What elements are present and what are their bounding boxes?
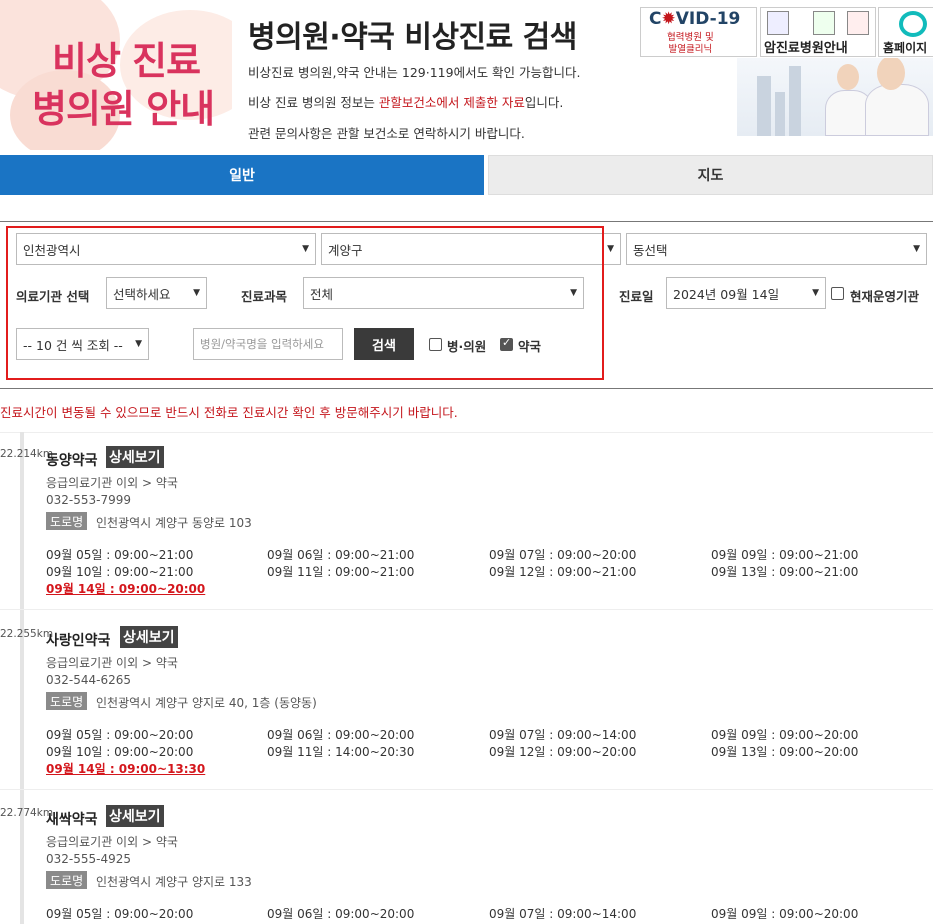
facility-address: 인천광역시 계양구 동양로 103 bbox=[96, 516, 252, 530]
hours-entry: 09월 09일 : 09:00~20:00 bbox=[711, 728, 859, 742]
hours-entry: 09월 05일 : 09:00~20:00 bbox=[46, 728, 194, 742]
facility-category: 응급의료기관 이외 > 약국 bbox=[46, 476, 178, 490]
data-source-highlight: 관할보건소에서 제출한 자료 bbox=[378, 95, 525, 110]
chevron-down-icon: ▼ bbox=[913, 244, 920, 254]
chevron-down-icon: ▼ bbox=[812, 288, 819, 298]
hours-entry: 09월 13일 : 09:00~21:00 bbox=[711, 565, 859, 579]
chevron-down-icon: ▼ bbox=[193, 288, 200, 298]
pharmacy-building-icon bbox=[813, 11, 835, 35]
hours-entry: 09월 09일 : 09:00~20:00 bbox=[711, 907, 859, 921]
doctors-photo bbox=[737, 58, 933, 136]
hours-entry: 09월 07일 : 09:00~14:00 bbox=[489, 728, 637, 742]
tab-general[interactable]: 일반 bbox=[0, 155, 484, 195]
facility-category: 응급의료기관 이외 > 약국 bbox=[46, 656, 178, 670]
search-button[interactable]: 검색 bbox=[354, 328, 414, 360]
facility-name[interactable]: 사랑인약국 bbox=[46, 630, 110, 650]
facility-name[interactable]: 새싹약국 bbox=[46, 809, 98, 829]
name-search-input[interactable] bbox=[193, 328, 343, 360]
hospital-checkbox[interactable] bbox=[429, 338, 442, 351]
hours-entry: 09월 06일 : 09:00~21:00 bbox=[267, 548, 415, 562]
hours-entry: 09월 10일 : 09:00~21:00 bbox=[46, 565, 194, 579]
covid-banner[interactable]: C✹VID-19 협력병원 및 발열클리닉 bbox=[640, 7, 757, 57]
virus-icon: ✹ bbox=[661, 9, 676, 29]
hours-entry: 09월 13일 : 09:00~20:00 bbox=[711, 745, 859, 759]
open-now-checkbox[interactable] bbox=[831, 287, 844, 300]
page-header: 비상 진료 병의원 안내 병의원·약국 비상진료 검색 비상진료 병의원,약국 … bbox=[0, 0, 933, 154]
page-size-select[interactable]: -- 10 건 씩 조회 -- ▼ bbox=[16, 328, 149, 360]
hours-entry: 09월 07일 : 09:00~14:00 bbox=[489, 907, 637, 921]
dong-select[interactable]: 동선택 ▼ bbox=[626, 233, 927, 265]
facility-phone: 032-553-7999 bbox=[46, 493, 132, 507]
ambulance-icon bbox=[847, 11, 869, 35]
today-hours: 09월 14일 : 09:00~20:00 bbox=[46, 582, 206, 596]
open-now-label: 현재운영기관 bbox=[850, 289, 920, 304]
detail-button[interactable]: 상세보기 bbox=[106, 446, 164, 468]
chevron-down-icon: ▼ bbox=[135, 339, 142, 349]
result-item: 22.774km 새싹약국 상세보기 응급의료기관 이외 > 약국 032-555-49… bbox=[0, 791, 933, 924]
hours-entry: 09월 06일 : 09:00~20:00 bbox=[267, 907, 415, 921]
detail-button[interactable]: 상세보기 bbox=[106, 805, 164, 827]
hours-entry: 09월 05일 : 09:00~20:00 bbox=[46, 907, 194, 921]
logo-line2: 병의원 안내 bbox=[32, 87, 215, 131]
hours-entry: 09월 06일 : 09:00~20:00 bbox=[267, 728, 415, 742]
hospital-building-icon bbox=[767, 11, 789, 35]
road-name-badge: 도로명 bbox=[46, 692, 88, 710]
visit-notice: 진료시간이 변동될 수 있으므로 반드시 전화로 진료시간 확인 후 방문해주시… bbox=[0, 405, 458, 420]
tab-map[interactable]: 지도 bbox=[488, 155, 933, 195]
info-text-2: 비상 진료 병의원 정보는 관할보건소에서 제출한 자료입니다. bbox=[248, 95, 564, 110]
date-select[interactable]: 2024년 09월 14일 ▼ bbox=[666, 277, 826, 309]
hours-entry: 09월 10일 : 09:00~20:00 bbox=[46, 745, 194, 759]
chevron-down-icon: ▼ bbox=[302, 244, 309, 254]
pharmacy-checkbox-label: 약국 bbox=[518, 339, 542, 354]
result-item: 22.214km 동양약국 상세보기 응급의료기관 이외 > 약국 032-553-79… bbox=[0, 432, 933, 610]
facility-phone: 032-555-4925 bbox=[46, 852, 132, 866]
info-text-3: 관련 문의사항은 관할 보건소로 연락하시기 바랍니다. bbox=[248, 126, 525, 141]
department-select[interactable]: 전체 ▼ bbox=[303, 277, 584, 309]
facility-phone: 032-544-6265 bbox=[46, 673, 132, 687]
hours-entry: 09월 11일 : 09:00~21:00 bbox=[267, 565, 415, 579]
hospital-checkbox-label: 병·의원 bbox=[447, 339, 487, 354]
pharmacy-checkbox[interactable] bbox=[500, 336, 513, 351]
facility-address: 인천광역시 계양구 양지로 40, 1층 (동양동) bbox=[96, 696, 317, 710]
cancer-hospital-banner[interactable]: 암진료병원안내 bbox=[760, 7, 876, 57]
result-item: 22.255km 사랑인약국 상세보기 응급의료기관 이외 > 약국 032-544-6… bbox=[0, 612, 933, 790]
homepage-banner[interactable]: 홈페이지 bbox=[878, 7, 933, 57]
page-title: 병의원·약국 비상진료 검색 bbox=[248, 20, 577, 55]
hours-entry: 09월 05일 : 09:00~21:00 bbox=[46, 548, 194, 562]
hours-entry: 09월 11일 : 14:00~20:30 bbox=[267, 745, 415, 759]
hours-entry: 09월 12일 : 09:00~21:00 bbox=[489, 565, 637, 579]
chevron-down-icon: ▼ bbox=[607, 244, 614, 254]
hours-entry: 09월 07일 : 09:00~20:00 bbox=[489, 548, 637, 562]
road-name-badge: 도로명 bbox=[46, 871, 88, 889]
detail-button[interactable]: 상세보기 bbox=[120, 626, 178, 648]
facility-category: 응급의료기관 이외 > 약국 bbox=[46, 835, 178, 849]
homepage-logo-icon bbox=[899, 11, 927, 37]
hours-entry: 09월 12일 : 09:00~20:00 bbox=[489, 745, 637, 759]
hours-entry: 09월 09일 : 09:00~21:00 bbox=[711, 548, 859, 562]
date-label: 진료일 bbox=[619, 289, 654, 304]
institution-select[interactable]: 선택하세요 ▼ bbox=[106, 277, 207, 309]
department-label: 진료과목 bbox=[241, 289, 288, 304]
road-name-badge: 도로명 bbox=[46, 512, 88, 530]
chevron-down-icon: ▼ bbox=[570, 288, 577, 298]
logo-line1: 비상 진료 bbox=[52, 39, 201, 83]
city-select[interactable]: 인천광역시 ▼ bbox=[16, 233, 316, 265]
facility-name[interactable]: 동양약국 bbox=[46, 450, 98, 470]
today-hours: 09월 14일 : 09:00~13:30 bbox=[46, 762, 206, 776]
facility-address: 인천광역시 계양구 양지로 133 bbox=[96, 875, 252, 889]
district-select[interactable]: 계양구 ▼ bbox=[321, 233, 621, 265]
emergency-care-logo[interactable]: 비상 진료 병의원 안내 bbox=[0, 0, 232, 150]
institution-label: 의료기관 선택 bbox=[16, 289, 90, 304]
info-text-1: 비상진료 병의원,약국 안내는 129·119에서도 확인 가능합니다. bbox=[248, 65, 581, 80]
